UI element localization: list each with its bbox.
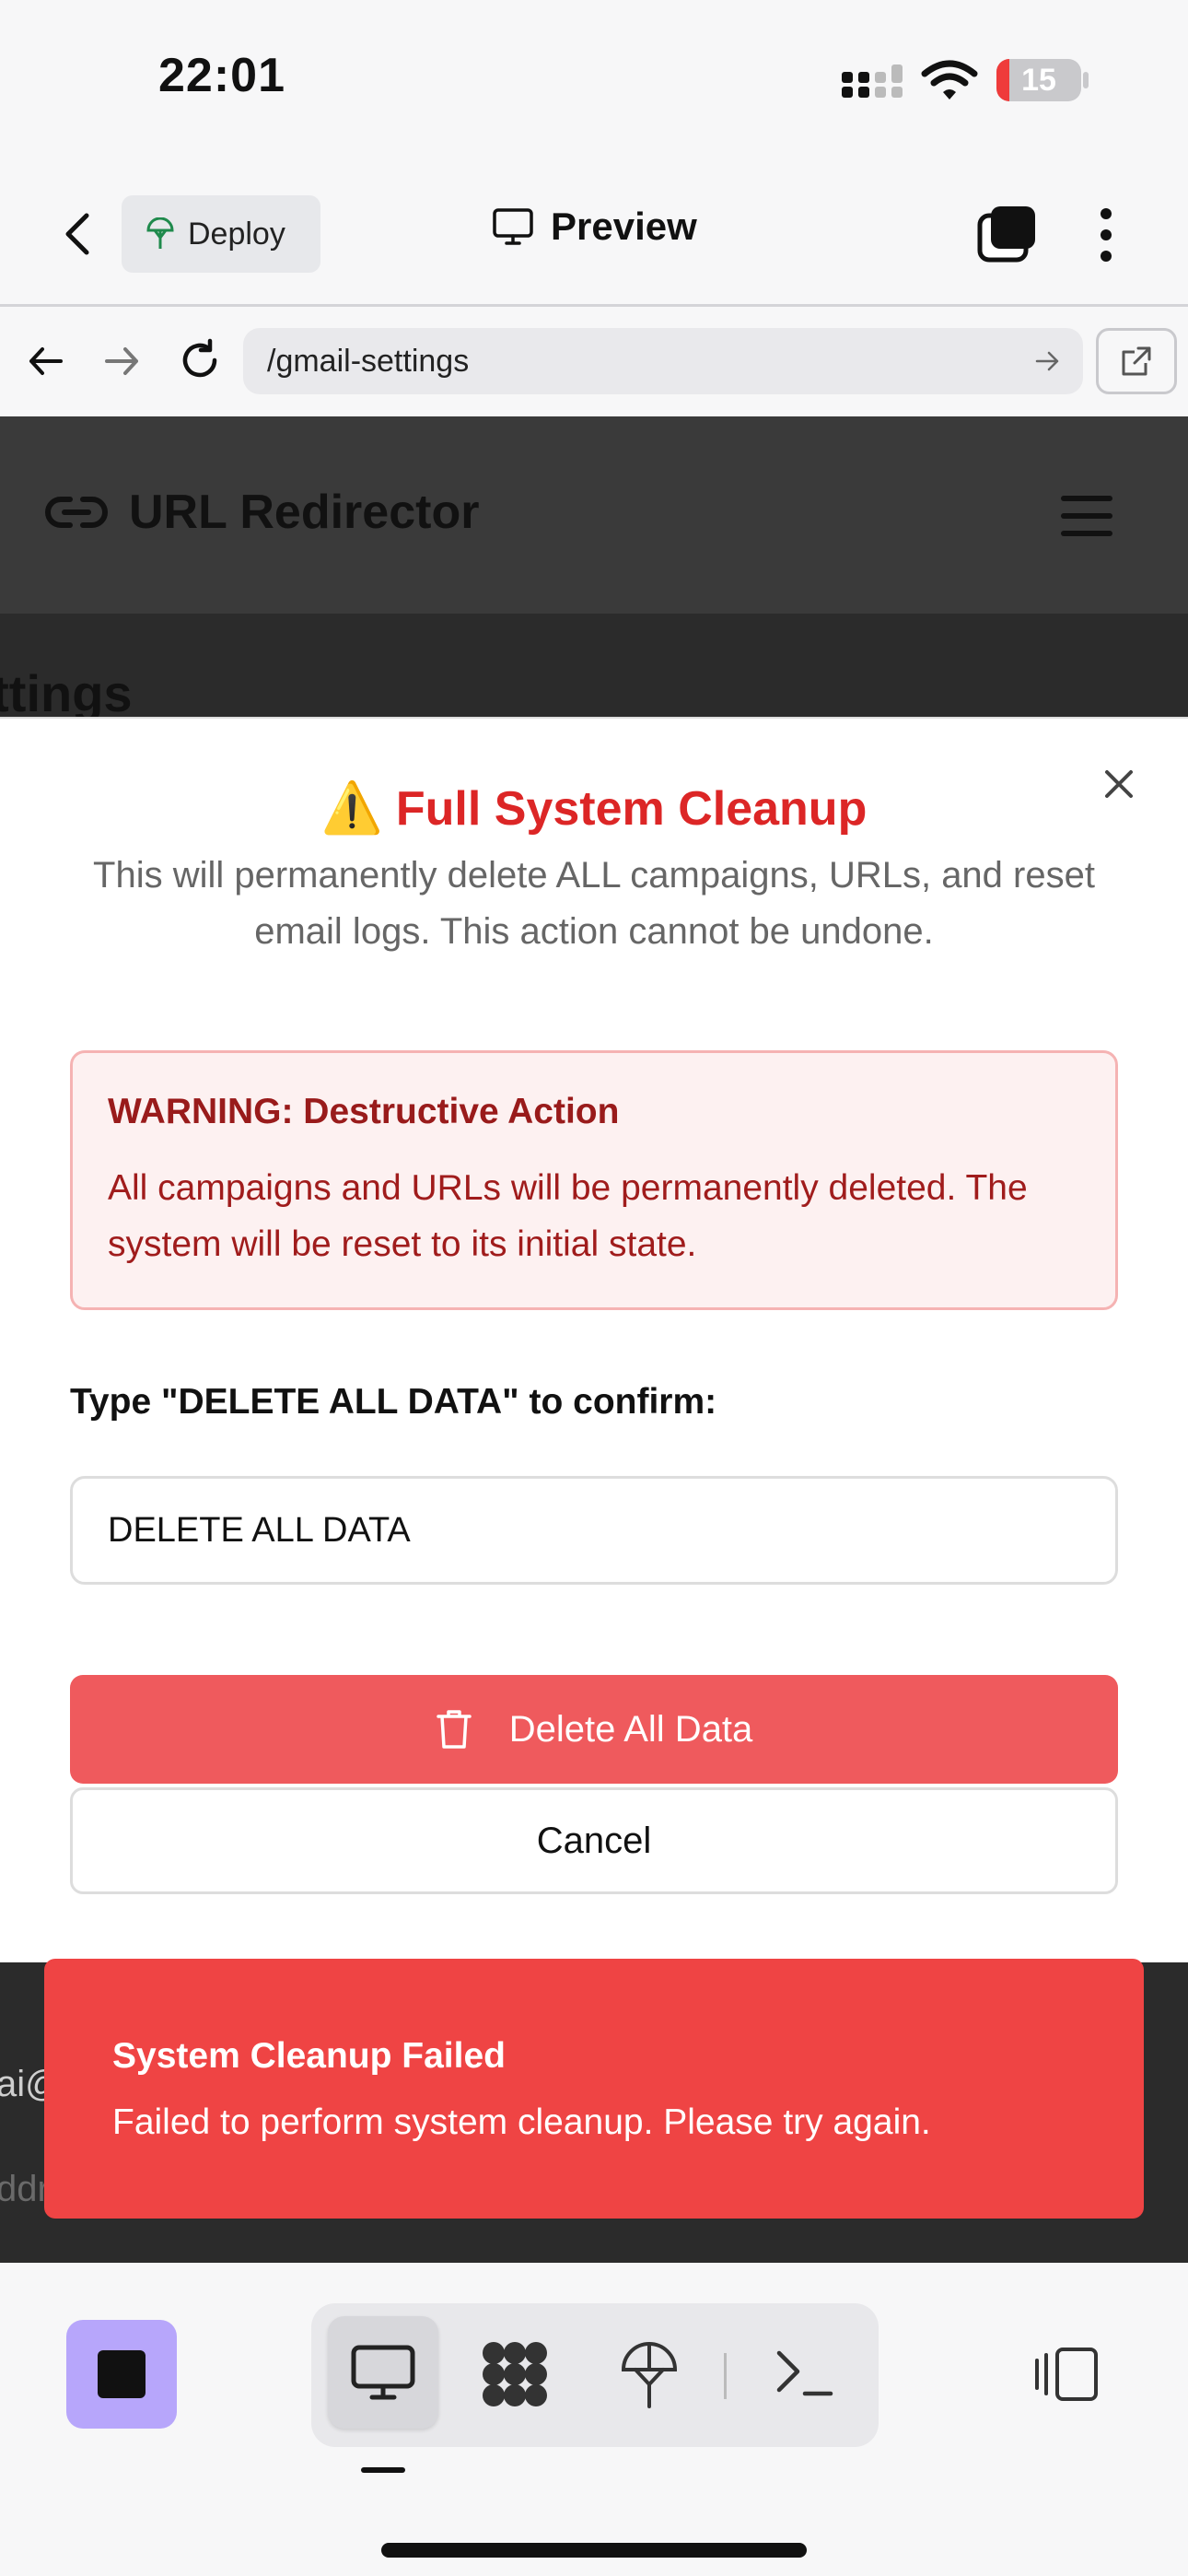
wifi-icon — [921, 60, 978, 100]
battery-icon: 15 — [996, 59, 1081, 101]
toast-title: System Cleanup Failed — [112, 2036, 506, 2076]
warning-body: All campaigns and URLs will be permanent… — [108, 1168, 1028, 1264]
reload-icon[interactable] — [177, 337, 223, 383]
deploy-tool-icon[interactable] — [619, 2340, 680, 2410]
dialog-description: This will permanently delete ALL campaig… — [93, 855, 1095, 952]
status-time: 22:01 — [158, 49, 285, 102]
browser-forward-icon[interactable] — [101, 341, 142, 381]
trash-icon — [436, 1710, 472, 1749]
delete-all-label: Delete All Data — [508, 1708, 753, 1750]
header-divider — [0, 304, 1188, 307]
preview-tab[interactable]: Preview — [492, 205, 697, 249]
battery-cap — [1083, 72, 1089, 88]
warning-icon: ⚠️ — [320, 780, 383, 836]
site-brand[interactable]: URL Redirector — [44, 485, 479, 540]
preview-label: Preview — [551, 205, 697, 248]
link-icon — [45, 497, 108, 528]
delete-all-button[interactable]: Delete All Data — [70, 1675, 1118, 1784]
tool-separator — [724, 2353, 727, 2399]
toast-message: Failed to perform system cleanup. Please… — [112, 2102, 931, 2142]
workspace-icon[interactable] — [479, 2340, 551, 2408]
home-indicator — [381, 2543, 807, 2558]
more-options-icon[interactable] — [1096, 206, 1116, 263]
menu-icon[interactable] — [1061, 496, 1112, 548]
back-chevron-icon[interactable] — [59, 210, 96, 258]
monitor-icon — [493, 208, 533, 245]
preview-icon[interactable] — [350, 2344, 416, 2401]
url-input[interactable]: /gmail-settings — [243, 328, 1083, 394]
tabs-icon[interactable] — [976, 205, 1039, 263]
stop-button[interactable] — [66, 2320, 177, 2429]
go-arrow-icon[interactable] — [1035, 350, 1061, 372]
dialog-title-text: Full System Cleanup — [395, 782, 868, 836]
active-tab-indicator — [361, 2467, 405, 2473]
terminal-icon[interactable] — [774, 2348, 836, 2401]
external-link-icon — [1122, 346, 1151, 376]
close-icon[interactable] — [1096, 761, 1142, 807]
warning-heading: WARNING: Destructive Action — [108, 1092, 620, 1131]
warning-callout: WARNING: Destructive Action All campaign… — [70, 1050, 1118, 1310]
deploy-icon — [146, 217, 174, 249]
cancel-button[interactable]: Cancel — [70, 1787, 1118, 1894]
stop-icon — [98, 2350, 146, 2398]
cancel-label: Cancel — [536, 1820, 652, 1861]
battery-level: 15 — [1021, 62, 1056, 98]
deploy-label: Deploy — [188, 216, 285, 252]
confirm-label: Type "DELETE ALL DATA" to confirm: — [70, 1382, 717, 1422]
page-heading-partial: ettings — [0, 664, 133, 722]
error-toast[interactable]: System Cleanup Failed Failed to perform … — [44, 1959, 1144, 2219]
cellular-signal-icon — [842, 64, 903, 98]
site-brand-name: URL Redirector — [129, 486, 480, 539]
open-external-button[interactable] — [1096, 328, 1177, 394]
browser-back-icon[interactable] — [26, 341, 66, 381]
panel-toggle-icon[interactable] — [1031, 2346, 1101, 2403]
dialog-title: ⚠️ Full System Cleanup — [0, 779, 1188, 837]
confirm-input[interactable] — [70, 1476, 1118, 1585]
background-field-placeholder: ddr — [0, 2169, 50, 2209]
deploy-button[interactable]: Deploy — [122, 195, 320, 273]
url-text: /gmail-settings — [267, 343, 470, 379]
